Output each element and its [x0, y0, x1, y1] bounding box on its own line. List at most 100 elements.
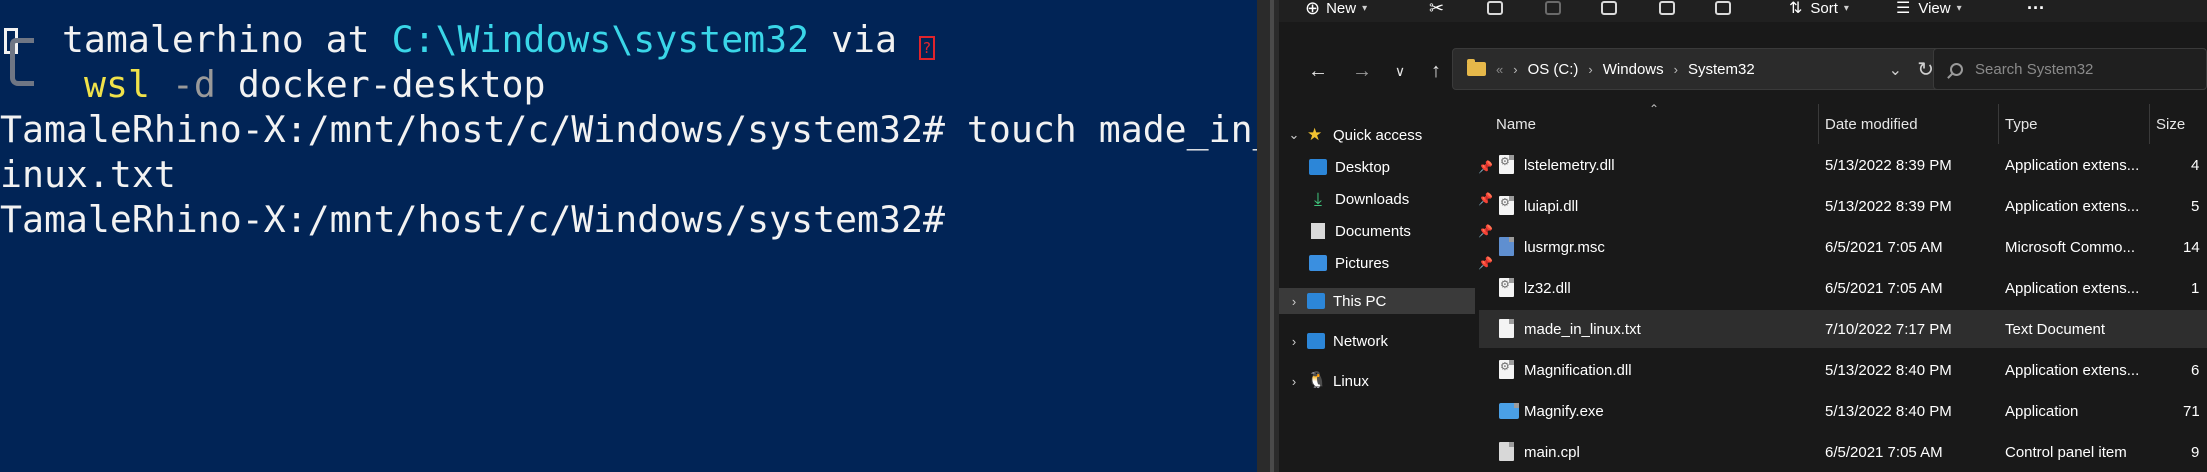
view-button[interactable]: ☰ View ▾	[1896, 0, 1962, 17]
exe-file-icon	[1499, 403, 1519, 419]
address-row: ← → ∨ ↑ « › OS (C:) › Windows › System32…	[1279, 48, 2207, 94]
chevron-right-icon: ›	[1291, 373, 1297, 389]
cut-button[interactable]: ✂	[1429, 0, 1444, 18]
nav-quick-access[interactable]: ⌄ ★ Quick access	[1279, 122, 1475, 148]
new-button[interactable]: ⊕ New ▾	[1305, 0, 1368, 18]
search-placeholder: Search System32	[1975, 60, 2094, 78]
chevron-right-icon: ›	[1588, 61, 1593, 77]
file-date: 6/5/2021 7:05 AM	[1825, 443, 1943, 461]
nav-linux-label: Linux	[1333, 372, 1369, 390]
file-row[interactable]: main.cpl 6/5/2021 7:05 AM Control panel …	[1479, 433, 2207, 471]
sort-label: Sort	[1810, 0, 1838, 17]
column-separator[interactable]	[1818, 104, 1819, 144]
back-button[interactable]: ←	[1305, 58, 1331, 84]
sort-button[interactable]: ⇅ Sort ▾	[1789, 0, 1849, 17]
chevron-down-icon: ▾	[1362, 2, 1368, 14]
output-line-2: inux.txt	[0, 153, 176, 196]
file-row[interactable]: Magnify.exe 5/13/2022 8:40 PM Applicatio…	[1479, 392, 2207, 430]
nav-desktop[interactable]: Desktop 📌	[1279, 154, 1499, 180]
file-row[interactable]: lstelemetry.dll 5/13/2022 8:39 PM Applic…	[1479, 146, 2207, 184]
file-list: ⌃ Name Date modified Type Size lstelemet…	[1479, 102, 2207, 472]
dll-file-icon	[1499, 278, 1514, 297]
folder-icon	[1467, 59, 1486, 76]
nav-network[interactable]: › Network	[1279, 328, 1475, 354]
column-header-name[interactable]: Name	[1496, 104, 1696, 144]
file-row[interactable]: lz32.dll 6/5/2021 7:05 AM Application ex…	[1479, 269, 2207, 307]
rename-icon	[1601, 1, 1617, 15]
chevron-right-icon: ›	[1513, 61, 1518, 77]
file-row[interactable]: lusrmgr.msc 6/5/2021 7:05 AM Microsoft C…	[1479, 228, 2207, 266]
terminal-window[interactable]: tamalerhino at C:\Windows\system32 via ?…	[0, 0, 1257, 472]
nav-pictures[interactable]: Pictures 📌	[1279, 250, 1499, 276]
refresh-button[interactable]: ↻	[1917, 57, 1934, 82]
output-line-1: TamaleRhino-X:/mnt/host/c/Windows/system…	[0, 108, 1257, 151]
command-name: wsl	[84, 63, 150, 106]
new-label: New	[1326, 0, 1357, 17]
nav-pictures-label: Pictures	[1335, 254, 1390, 272]
file-date: 5/13/2022 8:39 PM	[1825, 197, 1952, 215]
file-type: Application extens...	[2005, 279, 2140, 297]
sort-icon: ⇅	[1789, 0, 1803, 17]
file-name: made_in_linux.txt	[1524, 320, 1641, 338]
file-row-selected[interactable]: made_in_linux.txt 7/10/2022 7:17 PM Text…	[1479, 310, 2207, 348]
file-explorer: ⊕ New ▾ ✂ ⇅ Sort ▾ ☰ View ▾ ··· ← → ∨ ↑ …	[1279, 0, 2207, 472]
dll-file-icon	[1499, 360, 1514, 379]
chevron-down-icon: ▾	[1843, 2, 1849, 14]
delete-button[interactable]	[1715, 0, 1731, 16]
dll-file-icon	[1499, 155, 1514, 174]
up-button[interactable]: ↑	[1423, 58, 1449, 84]
file-date: 6/5/2021 7:05 AM	[1825, 279, 1943, 297]
nav-downloads[interactable]: ⤓ Downloads 📌	[1279, 186, 1499, 212]
copy-button[interactable]	[1487, 0, 1503, 16]
nav-this-pc[interactable]: › This PC	[1279, 288, 1475, 314]
file-type: Application	[2005, 402, 2079, 420]
nav-linux[interactable]: › 🐧 Linux	[1279, 368, 1475, 394]
file-date: 5/13/2022 8:40 PM	[1825, 402, 1952, 420]
search-box[interactable]: Search System32	[1933, 48, 2207, 90]
file-size: 1	[2191, 279, 2200, 297]
trash-icon	[1715, 1, 1731, 15]
column-header-size[interactable]: Size	[2156, 104, 2207, 144]
search-icon	[1950, 62, 1963, 76]
pane-divider[interactable]	[1257, 0, 1279, 472]
address-dropdown-button[interactable]: ⌄	[1889, 60, 1902, 80]
command-flag: -d	[149, 63, 216, 106]
file-name: main.cpl	[1524, 443, 1580, 461]
desktop-icon	[1309, 159, 1327, 175]
file-size: 9	[2191, 443, 2200, 461]
paste-icon	[1545, 1, 1561, 15]
address-bar[interactable]: « › OS (C:) › Windows › System32 ⌄ ↻	[1452, 48, 1943, 90]
download-icon: ⤓	[1314, 189, 1322, 209]
breadcrumb-windows[interactable]: Windows	[1603, 61, 1664, 78]
nav-documents[interactable]: Documents 📌	[1279, 218, 1499, 244]
forward-button[interactable]: →	[1349, 58, 1375, 84]
breadcrumb-overflow[interactable]: «	[1496, 62, 1503, 77]
paste-button[interactable]	[1545, 0, 1561, 16]
file-size: 71	[2183, 402, 2200, 420]
column-separator[interactable]	[2149, 104, 2150, 144]
file-date: 5/13/2022 8:39 PM	[1825, 156, 1952, 174]
file-type: Text Document	[2005, 320, 2106, 338]
column-header-type[interactable]: Type	[2005, 104, 2145, 144]
file-name: Magnify.exe	[1524, 402, 1604, 420]
nav-quick-access-label: Quick access	[1333, 126, 1423, 144]
prompt-user: tamalerhino at	[61, 18, 392, 61]
rename-button[interactable]	[1601, 0, 1617, 16]
column-separator[interactable]	[1998, 104, 1999, 144]
recent-locations-button[interactable]: ∨	[1387, 58, 1413, 84]
command-bar: ⊕ New ▾ ✂ ⇅ Sort ▾ ☰ View ▾ ···	[1279, 0, 2207, 22]
breadcrumb-drive[interactable]: OS (C:)	[1528, 61, 1579, 78]
share-button[interactable]	[1659, 0, 1675, 16]
document-icon	[1311, 223, 1325, 239]
more-button[interactable]: ···	[2027, 0, 2045, 18]
file-type: Application extens...	[2005, 156, 2140, 174]
file-row[interactable]: luiapi.dll 5/13/2022 8:39 PM Application…	[1479, 187, 2207, 225]
file-row[interactable]: Magnification.dll 5/13/2022 8:40 PM Appl…	[1479, 351, 2207, 389]
column-header-date[interactable]: Date modified	[1825, 104, 1995, 144]
file-name: lz32.dll	[1524, 279, 1571, 297]
breadcrumb-system32[interactable]: System32	[1688, 61, 1755, 78]
linux-penguin-icon: 🐧	[1307, 372, 1327, 389]
star-icon: ★	[1307, 125, 1323, 144]
text-file-icon	[1499, 319, 1514, 338]
chevron-right-icon: ›	[1291, 333, 1297, 349]
